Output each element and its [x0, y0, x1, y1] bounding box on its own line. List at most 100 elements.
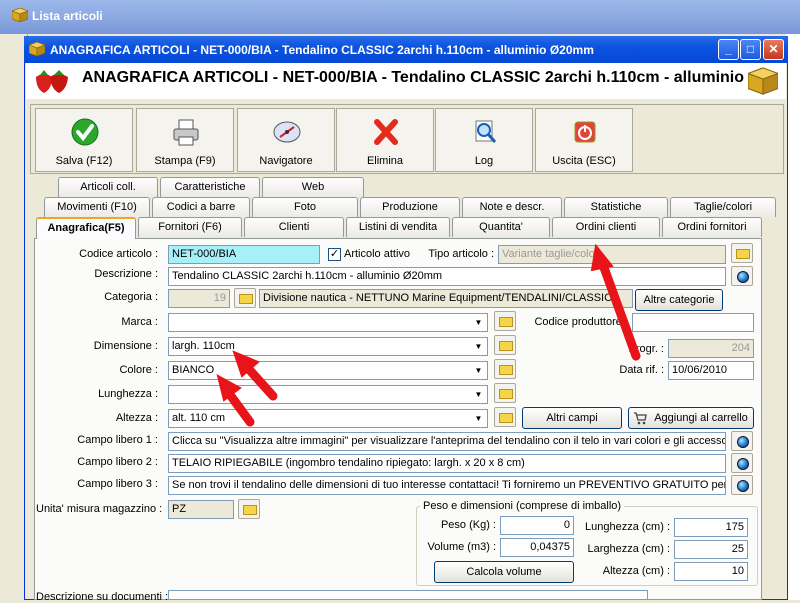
folder-icon: [499, 389, 513, 399]
tipo-articolo-folder-button[interactable]: [731, 243, 753, 263]
dimensione-folder-button[interactable]: [494, 335, 516, 355]
lunghezza-select[interactable]: ▼: [168, 385, 488, 404]
minimize-button[interactable]: _: [718, 39, 739, 60]
dimensione-select[interactable]: largh. 110cm ▼: [168, 337, 488, 356]
data-rif-input[interactable]: 10/06/2010: [668, 361, 754, 380]
articolo-attivo-checkbox[interactable]: ✓: [328, 248, 341, 261]
main-window-titlebar[interactable]: ANAGRAFICA ARTICOLI - NET-000/BIA - Tend…: [24, 36, 788, 63]
close-button[interactable]: ✕: [763, 39, 784, 60]
pack-altezza-input[interactable]: 10: [674, 562, 748, 581]
peso-input[interactable]: 0: [500, 516, 574, 535]
navigator-button[interactable]: Navigatore: [237, 108, 335, 172]
codice-produttore-input[interactable]: [632, 313, 754, 332]
background-window-titlebar[interactable]: Lista articoli: [0, 0, 800, 34]
tipo-articolo-label: Tipo articolo :: [428, 248, 494, 260]
tab-fornitori[interactable]: Fornitori (F6): [138, 217, 242, 237]
tab-clienti[interactable]: Clienti: [244, 217, 344, 237]
categoria-number-input[interactable]: 19: [168, 289, 230, 308]
campo-libero-2-globe-button[interactable]: [731, 453, 753, 473]
delete-button[interactable]: Elimina: [336, 108, 434, 172]
chevron-down-icon[interactable]: ▼: [471, 315, 486, 330]
save-button-label: Salva (F12): [55, 155, 113, 167]
tab-ordini-fornitori[interactable]: Ordini fornitori: [662, 217, 762, 237]
campo-libero-2-input[interactable]: TELAIO RIPIEGABILE (ingombro tendalino r…: [168, 454, 726, 473]
aggiungi-carrello-button[interactable]: Aggiungi al carrello: [628, 407, 754, 429]
folder-icon: [499, 365, 513, 375]
tab-taglie-colori[interactable]: Taglie/colori: [670, 197, 776, 217]
tab-foto[interactable]: Foto: [252, 197, 358, 217]
altre-categorie-button[interactable]: Altre categorie: [635, 289, 723, 311]
tab-produzione[interactable]: Produzione: [360, 197, 460, 217]
categoria-folder-button[interactable]: [234, 288, 256, 308]
volume-label: Volume (m3) :: [427, 541, 496, 553]
exit-button[interactable]: Uscita (ESC): [535, 108, 633, 172]
checkmark-icon: [71, 118, 99, 146]
colore-select[interactable]: BIANCO ▼: [168, 361, 488, 380]
tipo-articolo-input[interactable]: Variante taglie/colori: [498, 245, 726, 264]
altri-campi-button[interactable]: Altri campi: [522, 407, 622, 429]
tab-anagrafica[interactable]: Anagrafica(F5): [36, 217, 136, 239]
campo-libero-1-input[interactable]: Clicca su "Visualizza altre immagini" pe…: [168, 432, 726, 451]
chevron-down-icon[interactable]: ▼: [471, 339, 486, 354]
tab-ordini-clienti[interactable]: Ordini clienti: [552, 217, 660, 237]
tab-codici-a-barre[interactable]: Codici a barre: [152, 197, 250, 217]
volume-input[interactable]: 0,04375: [500, 538, 574, 557]
tab-quantita[interactable]: Quantita': [452, 217, 550, 237]
colore-label: Colore :: [119, 364, 158, 376]
descrizione-documenti-input[interactable]: [168, 590, 648, 600]
tab-articoli-coll[interactable]: Articoli coll.: [58, 177, 158, 197]
save-button[interactable]: Salva (F12): [35, 108, 133, 172]
marca-folder-button[interactable]: [494, 311, 516, 331]
power-icon: [574, 121, 596, 143]
box-icon: [748, 67, 778, 95]
folder-icon: [736, 249, 750, 259]
log-button[interactable]: Log: [435, 108, 533, 172]
campo-libero-1-label: Campo libero 1 :: [77, 434, 158, 446]
codice-articolo-input[interactable]: NET-000/BIA: [168, 245, 320, 264]
unita-misura-input[interactable]: PZ: [168, 500, 234, 519]
tab-web[interactable]: Web: [262, 177, 364, 197]
unita-misura-label: Unita' misura magazzino :: [36, 503, 163, 515]
background-window-title: Lista articoli: [32, 9, 103, 23]
colore-folder-button[interactable]: [494, 359, 516, 379]
chevron-down-icon[interactable]: ▼: [471, 363, 486, 378]
tab-note-e-descr[interactable]: Note e descr.: [462, 197, 562, 217]
header-title: ANAGRAFICA ARTICOLI - NET-000/BIA - Tend…: [82, 69, 745, 86]
globe-icon: [737, 271, 749, 283]
chevron-down-icon[interactable]: ▼: [471, 387, 486, 402]
folder-icon: [499, 413, 513, 423]
altezza-select[interactable]: alt. 110 cm ▼: [168, 409, 488, 428]
campo-libero-3-globe-button[interactable]: [731, 475, 753, 495]
globe-icon: [737, 436, 749, 448]
pack-larghezza-input[interactable]: 25: [674, 540, 748, 559]
print-button[interactable]: Stampa (F9): [136, 108, 234, 172]
calcola-volume-button[interactable]: Calcola volume: [434, 561, 574, 583]
main-window-title: ANAGRAFICA ARTICOLI - NET-000/BIA - Tend…: [50, 43, 594, 57]
chevron-down-icon[interactable]: ▼: [471, 411, 486, 426]
delete-x-icon: [374, 119, 398, 145]
campo-libero-1-globe-button[interactable]: [731, 431, 753, 451]
tab-statistiche[interactable]: Statistiche: [564, 197, 668, 217]
lunghezza-folder-button[interactable]: [494, 383, 516, 403]
tab-movimenti[interactable]: Movimenti (F10): [44, 197, 150, 217]
print-button-label: Stampa (F9): [154, 155, 216, 167]
descrizione-input[interactable]: Tendalino CLASSIC 2archi h.110cm - allum…: [168, 267, 726, 286]
unita-misura-folder-button[interactable]: [238, 499, 260, 519]
tab-listini-di-vendita[interactable]: Listini di vendita: [346, 217, 450, 237]
dimensione-label: Dimensione :: [93, 340, 158, 352]
altezza-folder-button[interactable]: [494, 407, 516, 427]
peso-dimensioni-title: Peso e dimensioni (comprese di imballo): [420, 500, 625, 512]
categoria-description-input[interactable]: Divisione nautica - NETTUNO Marine Equip…: [259, 289, 633, 308]
navigator-button-label: Navigatore: [259, 155, 313, 167]
maximize-button[interactable]: □: [740, 39, 761, 60]
tab-caratteristiche[interactable]: Caratteristiche: [160, 177, 260, 197]
marca-select[interactable]: ▼: [168, 313, 488, 332]
descrizione-globe-button[interactable]: [731, 266, 753, 286]
progr-input[interactable]: 204: [668, 339, 754, 358]
pack-altezza-label: Altezza (cm) :: [602, 565, 670, 577]
cart-icon: [634, 412, 647, 425]
campo-libero-3-input[interactable]: Se non trovi il tendalino delle dimensio…: [168, 476, 726, 495]
globe-icon: [737, 458, 749, 470]
pack-lunghezza-input[interactable]: 175: [674, 518, 748, 537]
folder-icon: [239, 294, 253, 304]
